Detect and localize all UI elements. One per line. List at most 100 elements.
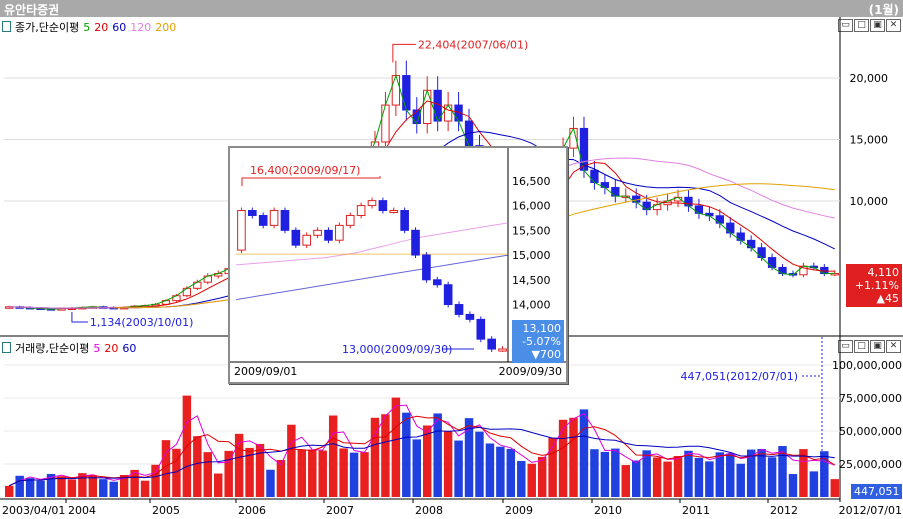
inset-candle — [443, 284, 453, 306]
x-axis-label: 2012 — [770, 504, 798, 517]
inset-ma-line — [235, 222, 509, 266]
x-axis-label: 2011 — [682, 504, 710, 517]
volume-bar — [454, 440, 463, 497]
inset-candle — [280, 210, 290, 231]
volume-bar — [517, 460, 526, 497]
inset-candle — [378, 200, 388, 212]
candle — [726, 222, 735, 234]
volume-tick-label: 100,000,000 — [832, 359, 902, 372]
volume-bar — [705, 461, 714, 497]
volume-tick-label: 75,000,000 — [839, 392, 902, 405]
volume-bar — [506, 448, 516, 497]
volume-bar — [67, 479, 77, 497]
inset-start-date: 2009/09/01 — [234, 365, 297, 378]
volume-bar — [652, 457, 662, 497]
inset-candle — [367, 200, 377, 207]
x-axis-label: 2005 — [152, 504, 180, 517]
inset-candle — [335, 224, 344, 241]
volume-bar — [600, 451, 610, 497]
volume-bar — [15, 475, 24, 497]
inset-candle — [356, 205, 366, 216]
volume-bar — [809, 471, 819, 497]
candle — [747, 239, 756, 249]
candle — [381, 104, 390, 143]
inset-candle — [291, 229, 301, 246]
inset-candle — [432, 279, 442, 286]
inset-candle — [476, 318, 486, 340]
x-axis-label: 2003/04/01 — [2, 504, 65, 517]
volume-bar — [224, 450, 233, 497]
candle — [757, 247, 766, 259]
last-pct: +1.11% — [854, 279, 899, 292]
volume-bar — [328, 415, 338, 497]
volume-bar — [443, 431, 453, 497]
volume-bar — [590, 449, 599, 497]
volume-bar — [788, 474, 798, 497]
volume-bar — [140, 480, 150, 497]
volume-bar — [632, 460, 641, 497]
volume-bar — [151, 464, 160, 497]
volume-bar — [694, 457, 704, 497]
volume-tick-label: 50,000,000 — [839, 425, 902, 438]
volume-bar — [621, 465, 630, 497]
inset-tick-label: 16,500 — [512, 175, 551, 188]
volume-bar — [318, 450, 327, 497]
window-title: 유안타증권 — [4, 3, 60, 17]
candle — [391, 75, 401, 106]
candle — [694, 205, 704, 214]
inset-candle — [258, 214, 268, 226]
volume-bar — [736, 463, 745, 497]
volume-bar — [349, 452, 359, 497]
inset-candle — [465, 313, 475, 320]
inset-tick-label: 15,000 — [512, 249, 551, 262]
volume-tick-label: 25,000,000 — [839, 458, 902, 471]
period-label: (1월) — [868, 3, 899, 17]
volume-bar — [412, 439, 421, 497]
volume-bar — [287, 424, 296, 497]
inset-candle — [324, 229, 333, 241]
volume-bar — [308, 449, 317, 497]
volume-bar — [767, 457, 777, 497]
candle — [182, 287, 192, 297]
daily-inset-chart[interactable]: 13,50014,00014,50015,00015,50016,00016,5… — [228, 146, 568, 384]
x-axis-label: 2008 — [415, 504, 443, 517]
candle — [590, 169, 599, 184]
inset-candle — [487, 338, 496, 350]
inset-tick-label: 15,500 — [512, 224, 551, 237]
price-tick-label: 10,000 — [850, 195, 889, 208]
volume-bar — [193, 436, 202, 497]
candle — [423, 89, 432, 125]
last-price: 4,110 — [867, 266, 900, 279]
volume-bar — [496, 446, 505, 497]
volume-bar — [485, 443, 495, 497]
low-annotation: 1,134(2003/10/01) — [90, 316, 193, 329]
x-axis-label: 2004 — [68, 504, 96, 517]
volume-bar — [297, 449, 307, 497]
volume-bar — [36, 480, 45, 497]
volume-bar — [579, 409, 589, 497]
candle — [402, 75, 411, 111]
x-axis-label: 2010 — [594, 504, 622, 517]
last-change: ▲45 — [876, 292, 899, 305]
high-leader — [392, 43, 416, 63]
volume-bar — [109, 481, 118, 497]
volume-bar — [569, 417, 578, 497]
volume-bar — [391, 397, 401, 497]
candle — [684, 196, 693, 207]
volume-bar — [203, 452, 212, 497]
volume-bar — [558, 419, 568, 497]
high-annotation: 22,404(2007/06/01) — [418, 38, 528, 51]
volume-bar — [537, 456, 547, 497]
volume-bar — [88, 476, 98, 497]
inset-high-leader — [241, 176, 381, 186]
last-volume-tag: 447,051 — [851, 484, 902, 499]
volume-bar — [25, 478, 35, 497]
x-axis-label: 2012/07/01 — [839, 504, 902, 517]
volume-bar — [830, 479, 839, 497]
volume-bar — [214, 473, 223, 497]
inset-candle — [411, 229, 420, 256]
x-axis-label: 2009 — [505, 504, 533, 517]
volume-bar — [381, 414, 390, 497]
x-axis-label: 2007 — [326, 504, 354, 517]
inset-candle — [269, 210, 279, 226]
